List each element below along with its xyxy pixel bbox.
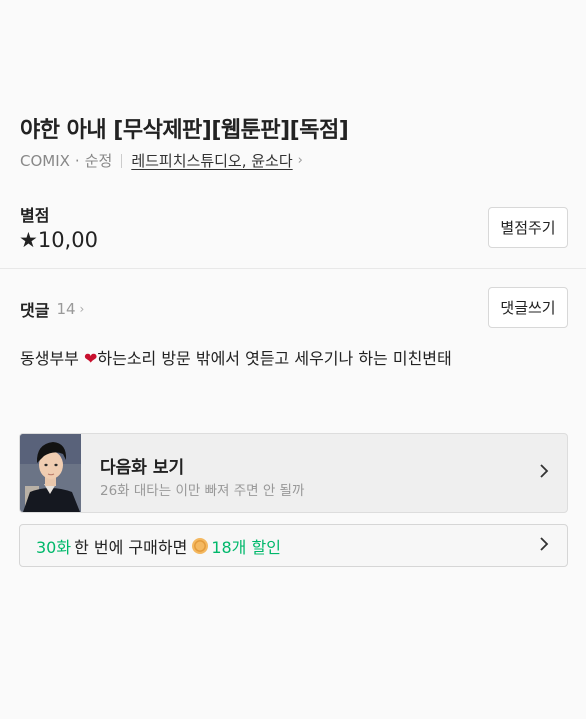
promo-text: 한 번에 구매하면 xyxy=(74,537,188,557)
page-title: 야한 아내 [무삭제판][웹툰판][독점] xyxy=(20,118,349,143)
authors-link[interactable]: 레드피치스튜디오, 윤소다 xyxy=(131,150,292,171)
promo-episode-count: 30화 xyxy=(36,537,72,557)
chevron-right-icon: › xyxy=(79,302,85,316)
next-episode-title: 다음화 보기 xyxy=(100,458,185,478)
episode-thumbnail xyxy=(20,434,81,512)
rating-value: ★10,00 xyxy=(19,228,98,252)
comment-text-end: 하는소리 방문 밖에서 엿듣고 세우기나 하는 미친변태 xyxy=(97,349,452,368)
comments-label: 댓글 xyxy=(20,301,50,320)
write-comment-button[interactable]: 댓글쓰기 xyxy=(488,287,568,328)
meta-divider xyxy=(121,153,123,168)
coin-icon xyxy=(191,537,209,555)
chevron-right-icon xyxy=(539,463,549,483)
rating-score: 10,00 xyxy=(37,228,98,252)
next-episode-card[interactable]: 다음화 보기 26화 대타는 이만 빠져 주면 안 될까 xyxy=(19,433,568,513)
work-meta: COMIX · 순정 레드피치스튜디오, 윤소다 › xyxy=(20,150,303,171)
promo-discount: 18개 할인 xyxy=(211,537,281,557)
heart-icon: ❤ xyxy=(83,349,98,368)
comment-text-start: 동생부부 xyxy=(20,349,84,368)
comments-count: 14 xyxy=(56,300,76,318)
chevron-right-icon xyxy=(539,536,549,556)
bulk-purchase-banner[interactable]: 30화 한 번에 구매하면 18개 할인 xyxy=(19,524,568,567)
publisher: COMIX xyxy=(20,151,70,170)
genre: 순정 xyxy=(84,152,113,170)
chevron-right-icon[interactable]: › xyxy=(298,153,303,168)
top-comment: 동생부부 ❤하는소리 방문 밖에서 엿듣고 세우기나 하는 미친변태 xyxy=(20,345,452,369)
rating-label: 별점 xyxy=(20,206,50,225)
section-divider xyxy=(0,268,586,269)
comments-header[interactable]: 댓글 14 › xyxy=(20,297,84,321)
meta-separator: · xyxy=(74,151,80,170)
star-icon: ★ xyxy=(19,228,38,252)
next-episode-subtitle: 26화 대타는 이만 빠져 주면 안 될까 xyxy=(100,483,305,499)
rate-button[interactable]: 별점주기 xyxy=(488,207,568,248)
